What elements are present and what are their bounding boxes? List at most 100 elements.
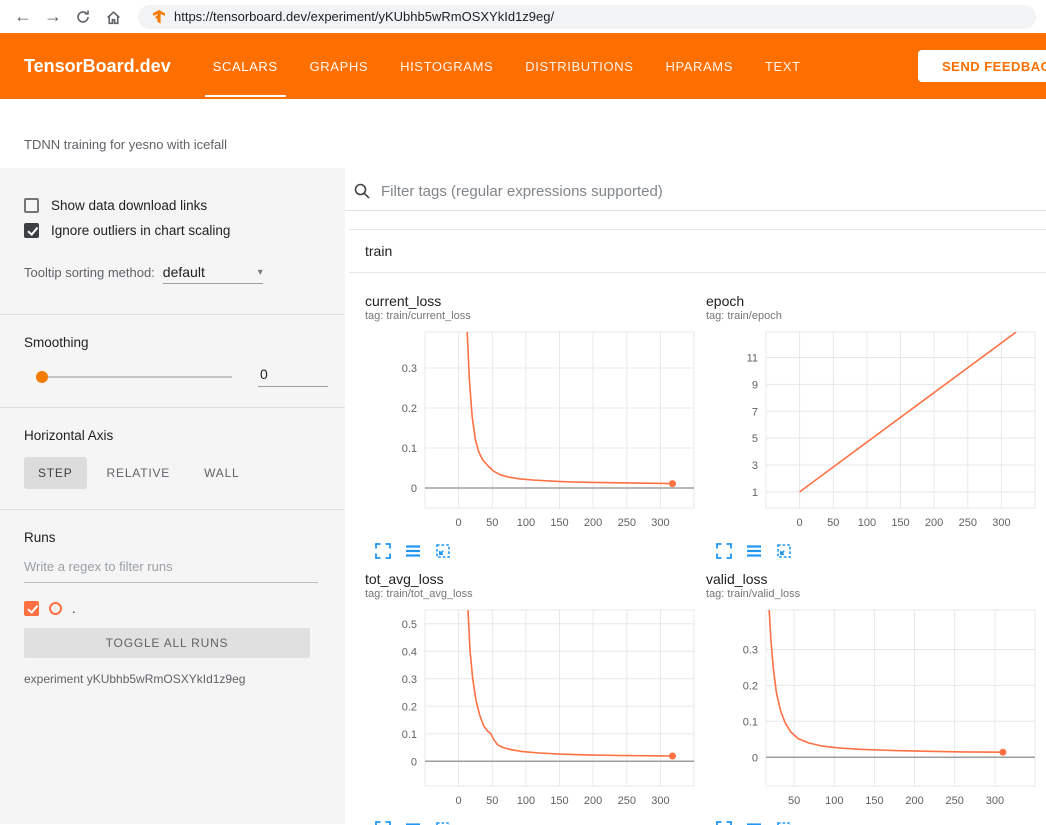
chart-title: epoch: [706, 293, 1041, 309]
svg-text:100: 100: [825, 795, 843, 807]
fit-domain-icon[interactable]: [776, 543, 792, 559]
chart-tag: tag: train/epoch: [706, 310, 1041, 322]
ignore-outliers-row: Ignore outliers in chart scaling: [24, 223, 321, 238]
svg-text:200: 200: [584, 517, 602, 529]
svg-text:150: 150: [865, 795, 883, 807]
svg-text:50: 50: [788, 795, 800, 807]
browser-chrome: ← → https://tensorboard.dev/experiment/y…: [0, 0, 1046, 33]
refresh-icon[interactable]: [70, 0, 96, 33]
fit-domain-icon[interactable]: [435, 821, 451, 825]
run-checkbox[interactable]: [24, 601, 39, 616]
log-scale-icon[interactable]: [405, 543, 421, 559]
svg-text:0.1: 0.1: [402, 729, 417, 741]
slider-thumb[interactable]: [36, 371, 48, 383]
svg-text:150: 150: [550, 517, 568, 529]
line-chart[interactable]: 0501001502002503001357911: [706, 328, 1041, 534]
smoothing-row: [24, 366, 321, 387]
svg-text:200: 200: [905, 795, 923, 807]
back-icon[interactable]: ←: [10, 0, 36, 33]
smoothing-value-input[interactable]: [258, 366, 328, 387]
tab-text[interactable]: TEXT: [749, 33, 817, 99]
svg-text:9: 9: [752, 379, 758, 391]
chart-toolbar: [706, 817, 1041, 825]
tooltip-sorting-value: default: [163, 264, 205, 280]
axis-button-step[interactable]: STEP: [24, 457, 87, 489]
fit-domain-icon[interactable]: [435, 543, 451, 559]
tag-group-header[interactable]: train: [349, 230, 1046, 273]
expand-chart-icon[interactable]: [375, 821, 391, 825]
tooltip-sorting-row: Tooltip sorting method: default ▾: [24, 264, 321, 284]
tab-distributions[interactable]: DISTRIBUTIONS: [509, 33, 649, 99]
expand-chart-icon[interactable]: [375, 543, 391, 559]
expand-chart-icon[interactable]: [716, 543, 732, 559]
search-icon: [353, 182, 371, 200]
svg-text:250: 250: [618, 795, 636, 807]
chart-title: valid_loss: [706, 571, 1041, 587]
svg-text:7: 7: [752, 406, 758, 418]
chart-title: current_loss: [365, 293, 700, 309]
tag-group-card: train current_losstag: train/current_los…: [349, 229, 1046, 825]
chevron-down-icon: ▾: [258, 267, 263, 278]
experiment-description: TDNN training for yesno with icefall: [0, 99, 1046, 168]
log-scale-icon[interactable]: [746, 543, 762, 559]
svg-text:50: 50: [486, 517, 498, 529]
svg-text:250: 250: [959, 517, 977, 529]
svg-text:0: 0: [411, 483, 417, 495]
toggle-all-runs-button[interactable]: TOGGLE ALL RUNS: [24, 628, 310, 658]
filter-tags-input[interactable]: [381, 183, 1046, 200]
address-bar[interactable]: https://tensorboard.dev/experiment/yKUbh…: [138, 5, 1036, 29]
ignore-outliers-checkbox[interactable]: [24, 223, 39, 238]
run-color-ring-icon[interactable]: [49, 602, 62, 615]
home-icon[interactable]: [100, 0, 126, 33]
svg-text:200: 200: [925, 517, 943, 529]
tab-scalars[interactable]: SCALARS: [197, 33, 294, 99]
axis-button-relative[interactable]: RELATIVE: [93, 457, 185, 489]
svg-text:50: 50: [827, 517, 839, 529]
svg-text:300: 300: [651, 517, 669, 529]
nav-tabs: SCALARSGRAPHSHISTOGRAMSDISTRIBUTIONSHPAR…: [197, 33, 817, 99]
svg-text:0.3: 0.3: [743, 645, 758, 657]
svg-text:100: 100: [517, 517, 535, 529]
tab-histograms[interactable]: HISTOGRAMS: [384, 33, 509, 99]
line-chart[interactable]: 05010015020025030000.10.20.3: [365, 328, 700, 534]
svg-text:0.2: 0.2: [402, 701, 417, 713]
svg-text:0: 0: [797, 517, 803, 529]
horizontal-axis-label: Horizontal Axis: [24, 428, 321, 443]
fit-domain-icon[interactable]: [776, 821, 792, 825]
runs-filter-input[interactable]: [24, 559, 318, 583]
svg-text:150: 150: [891, 517, 909, 529]
smoothing-label: Smoothing: [24, 335, 321, 350]
tab-hparams[interactable]: HPARAMS: [649, 33, 749, 99]
tooltip-sorting-select[interactable]: default ▾: [163, 264, 263, 284]
app-title: TensorBoard.dev: [24, 56, 171, 77]
smoothing-slider[interactable]: [36, 370, 232, 384]
axis-button-wall[interactable]: WALL: [190, 457, 253, 489]
show-download-links-checkbox[interactable]: [24, 198, 39, 213]
slider-track: [36, 376, 232, 378]
svg-text:0.2: 0.2: [402, 403, 417, 415]
svg-text:200: 200: [584, 795, 602, 807]
horizontal-axis-section: Horizontal Axis STEPRELATIVEWALL: [0, 408, 345, 510]
svg-text:0.4: 0.4: [402, 646, 417, 658]
charts-grid: current_losstag: train/current_loss05010…: [349, 273, 1046, 825]
expand-chart-icon[interactable]: [716, 821, 732, 825]
line-chart[interactable]: 05010015020025030000.10.20.30.40.5: [365, 606, 700, 812]
forward-icon[interactable]: →: [40, 0, 66, 33]
svg-text:0.3: 0.3: [402, 674, 417, 686]
line-chart[interactable]: 5010015020025030000.10.20.3: [706, 606, 1041, 812]
run-row: .: [24, 601, 321, 616]
svg-text:250: 250: [618, 517, 636, 529]
log-scale-icon[interactable]: [746, 821, 762, 825]
experiment-id-label: experiment yKUbhb5wRmOSXYkId1z9eg: [24, 672, 321, 686]
svg-text:0: 0: [456, 517, 462, 529]
filter-tags-row: [345, 168, 1046, 211]
svg-text:0.5: 0.5: [402, 619, 417, 631]
site-favicon: [152, 10, 166, 24]
sidebar: Show data download links Ignore outliers…: [0, 168, 345, 824]
chart-tag: tag: train/current_loss: [365, 310, 700, 322]
runs-label: Runs: [24, 530, 321, 545]
svg-text:5: 5: [752, 433, 758, 445]
tab-graphs[interactable]: GRAPHS: [294, 33, 385, 99]
send-feedback-button[interactable]: SEND FEEDBACK: [918, 50, 1046, 82]
log-scale-icon[interactable]: [405, 821, 421, 825]
